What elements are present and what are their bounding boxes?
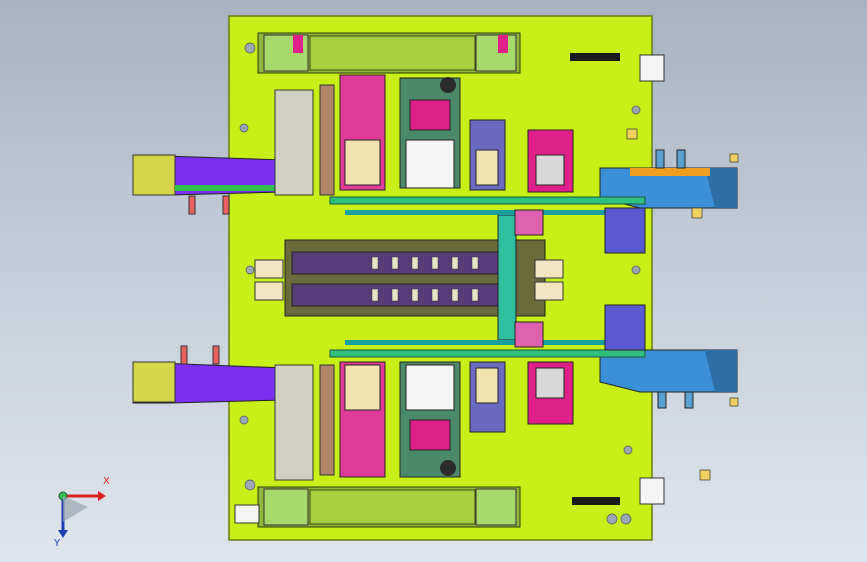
guide-rail-lower xyxy=(329,349,646,358)
guide-rail-upper xyxy=(329,196,646,205)
left-feeder-top-block xyxy=(132,154,176,196)
left-feeder-top-stripe xyxy=(175,185,285,191)
top-rail-magenta xyxy=(293,35,303,53)
left-chain-bottom xyxy=(319,364,335,476)
top-rail-inner xyxy=(309,35,476,71)
right-feeder-top-orange xyxy=(630,168,710,176)
guide-rail-lower-2 xyxy=(345,340,605,345)
shuttle-clamp-left-bottom xyxy=(254,281,284,301)
assembly-model[interactable] xyxy=(0,0,867,562)
shuttle-clamp-right-top xyxy=(534,259,564,279)
top-rail-magenta-2 xyxy=(498,35,508,53)
guide-rail-upper-2 xyxy=(345,210,605,215)
left-chain-top xyxy=(319,84,335,196)
pink-block-upper xyxy=(514,209,544,236)
axis-x-label: X xyxy=(103,476,110,487)
axis-y-label: Y xyxy=(54,538,61,549)
left-feeder-bottom-block xyxy=(132,361,176,403)
bottom-rail-inner xyxy=(309,489,476,525)
left-column-bottom xyxy=(274,364,314,481)
right-block-upper xyxy=(604,207,646,254)
shuttle-end-cap xyxy=(497,214,517,341)
shuttle-clamp-left-top xyxy=(254,259,284,279)
left-column-top xyxy=(274,89,314,196)
bottom-rail-end-left xyxy=(263,488,309,526)
coordinate-triad: X Y xyxy=(48,476,118,552)
top-rail-end-right xyxy=(475,34,517,72)
pink-block-lower xyxy=(514,321,544,348)
left-pins-bottom xyxy=(180,345,220,365)
shuttle-clamp-right-bottom xyxy=(534,281,564,301)
cad-3d-viewport[interactable]: X Y xyxy=(0,0,867,562)
left-pins-top xyxy=(188,195,230,215)
right-block-lower xyxy=(604,304,646,351)
bottom-rail-end-right xyxy=(475,488,517,526)
